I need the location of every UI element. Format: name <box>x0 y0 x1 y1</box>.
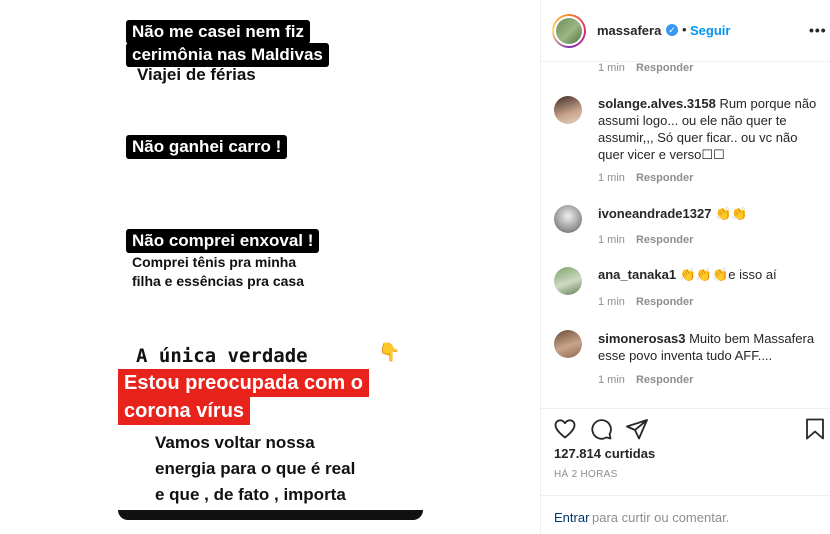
story-text-line: cerimônia nas Maldivas <box>126 43 329 67</box>
avatar[interactable] <box>552 14 586 48</box>
header-username[interactable]: massafera <box>597 23 661 38</box>
add-comment-bar: Entrar para curtir ou comentar. <box>541 495 830 534</box>
comment-username[interactable]: ana_tanaka1 <box>598 267 676 282</box>
comment-time: 1 min <box>598 172 625 184</box>
pointing-hand-icon: 👇 <box>378 342 401 362</box>
post-media: Não me casei nem fiz cerimônia nas Maldi… <box>0 0 540 534</box>
story-text-line: Não comprei enxoval ! <box>126 229 320 253</box>
share-icon[interactable] <box>625 417 649 441</box>
reply-button[interactable]: Responder <box>636 296 693 308</box>
post-timestamp: HÁ 2 HORAS <box>554 469 618 480</box>
comment-icon[interactable] <box>589 417 613 441</box>
comment-meta: 1 min Responder <box>598 374 693 386</box>
verified-badge-icon: ✓ <box>666 24 678 36</box>
comment-time: 1 min <box>598 62 625 74</box>
comment-meta: 1 min Responder <box>598 296 693 308</box>
avatar[interactable] <box>554 330 582 358</box>
login-link[interactable]: Entrar <box>554 510 589 525</box>
likes-count[interactable]: 127.814 curtidas <box>554 446 655 461</box>
story-text-line: Vamos voltar nossa <box>155 433 315 452</box>
comment-username[interactable]: solange.alves.3158 <box>598 96 716 111</box>
story-text-line: Viajei de férias <box>137 65 256 84</box>
story-text-line: Comprei tênis pra minha <box>132 254 297 270</box>
comment-time: 1 min <box>598 234 625 246</box>
avatar[interactable] <box>554 205 582 233</box>
post-side-panel: massafera ✓ • Seguir ••• 1 min Responder… <box>540 0 830 534</box>
post-header: massafera ✓ • Seguir ••• <box>541 0 830 62</box>
story-text-line: e que , de fato , importa <box>155 485 346 504</box>
comment-item: ana_tanaka1 👏👏👏e isso aí <box>598 266 823 283</box>
avatar[interactable] <box>554 96 582 124</box>
comment-username[interactable]: ivoneandrade1327 <box>598 206 711 221</box>
story-bottom-bar <box>118 510 423 520</box>
avatar[interactable] <box>554 267 582 295</box>
comment-time: 1 min <box>598 374 625 386</box>
story-text-line: corona vírus <box>118 397 251 425</box>
bookmark-icon[interactable] <box>804 417 826 441</box>
comment-body: 👏👏👏e isso aí <box>679 267 777 282</box>
comment-item: solange.alves.3158 Rum porque não assumi… <box>598 95 823 163</box>
story-image: Não me casei nem fiz cerimônia nas Maldi… <box>118 12 423 520</box>
instagram-post-modal: Não me casei nem fiz cerimônia nas Maldi… <box>0 0 830 534</box>
comments-list: 1 min Responder solange.alves.3158 Rum p… <box>541 62 830 408</box>
story-text-line: energia para o que é real <box>155 459 356 478</box>
comment-body: 👏👏 <box>715 206 748 221</box>
post-actions: 127.814 curtidas HÁ 2 HORAS Entrar para … <box>541 408 830 534</box>
login-prompt-text: para curtir ou comentar. <box>592 510 730 525</box>
story-text-line: A única verdade <box>136 345 308 367</box>
follow-button[interactable]: Seguir <box>690 23 730 38</box>
comment-item: simonerosas3 Muito bem Massafera esse po… <box>598 330 823 364</box>
story-text-line: Não ganhei carro ! <box>126 135 288 159</box>
reply-button[interactable]: Responder <box>636 172 693 184</box>
story-text-line: filha e essências pra casa <box>132 273 304 289</box>
reply-button[interactable]: Responder <box>636 234 693 246</box>
comment-meta: 1 min Responder <box>598 234 693 246</box>
reply-button[interactable]: Responder <box>636 374 693 386</box>
comment-item: ivoneandrade1327 👏👏 <box>598 205 823 222</box>
comment-username[interactable]: simonerosas3 <box>598 331 685 346</box>
comment-meta: 1 min Responder <box>598 62 693 74</box>
story-text-line: Estou preocupada com o <box>118 369 369 397</box>
comment-meta: 1 min Responder <box>598 172 693 184</box>
story-text-line: Não me casei nem fiz <box>126 20 310 44</box>
more-options-icon[interactable]: ••• <box>809 22 827 38</box>
separator-dot: • <box>682 22 687 37</box>
heart-icon[interactable] <box>553 417 577 441</box>
comment-time: 1 min <box>598 296 625 308</box>
reply-button[interactable]: Responder <box>636 62 693 74</box>
